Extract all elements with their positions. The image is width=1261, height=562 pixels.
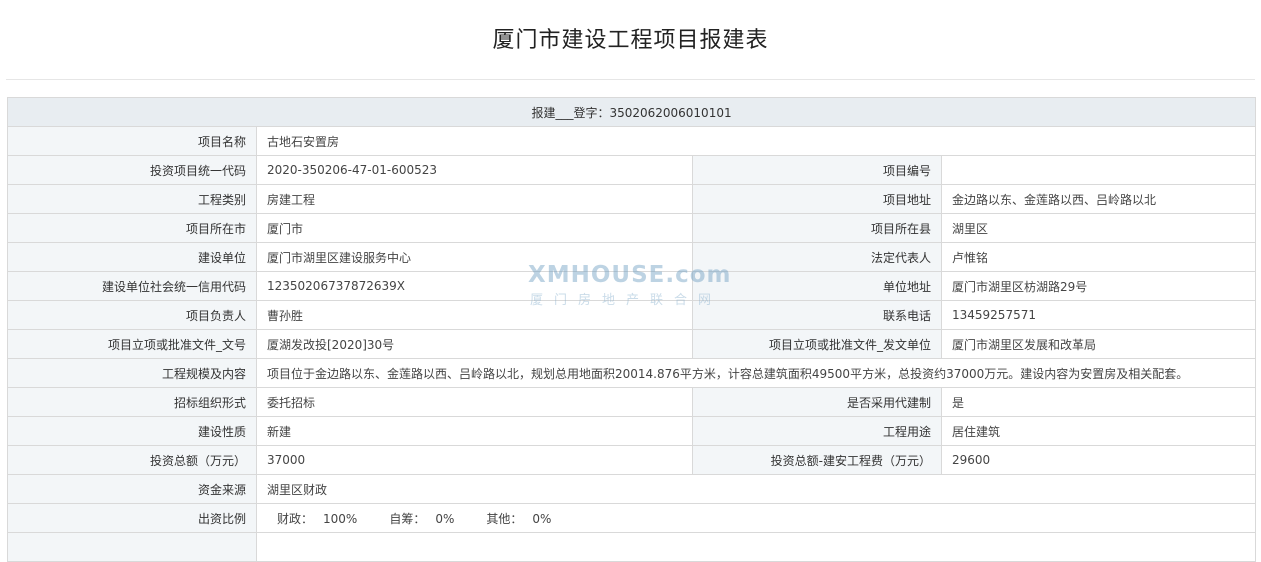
fund-source-label: 资金来源	[7, 474, 257, 504]
table-row: 建设单位 厦门市湖里区建设服务中心 法定代表人 卢惟铭	[7, 242, 1257, 272]
table-row: 资金来源 湖里区财政	[7, 474, 1257, 504]
unit-address-label: 单位地址	[692, 271, 942, 301]
phone-value: 13459257571	[940, 300, 1257, 330]
approval-unit-label: 项目立项或批准文件_发文单位	[692, 329, 942, 359]
table-row: 建设性质 新建 工程用途 居住建筑	[7, 416, 1257, 446]
install-cost-value: 29600	[940, 445, 1257, 475]
manager-label: 项目负责人	[7, 300, 257, 330]
trailing-row-label	[7, 532, 257, 562]
invest-code-value: 2020-350206-47-01-600523	[256, 155, 693, 185]
city-value: 厦门市	[256, 213, 693, 243]
table-row: 报建___登字：3502062006010101	[6, 97, 1257, 127]
legal-rep-label: 法定代表人	[692, 242, 942, 272]
scale-value: 项目位于金边路以东、金莲路以西、吕岭路以北，规划总用地面积20014.876平方…	[255, 358, 1257, 388]
manager-value: 曹孙胜	[256, 300, 693, 330]
builder-value: 厦门市湖里区建设服务中心	[256, 242, 693, 272]
project-name-label: 项目名称	[7, 126, 257, 156]
address-value: 金边路以东、金莲路以西、吕岭路以北	[940, 184, 1257, 214]
fund-source-value: 湖里区财政	[255, 474, 1257, 504]
table-row	[7, 532, 1257, 562]
project-no-value	[940, 155, 1257, 185]
other-ratio-value: 0%	[532, 511, 552, 526]
phone-label: 联系电话	[692, 300, 942, 330]
trailing-row-value	[255, 532, 1257, 562]
table-row: 项目立项或批准文件_文号 厦湖发改投[2020]30号 项目立项或批准文件_发文…	[7, 329, 1257, 359]
fiscal-ratio-label: 财政：	[277, 511, 314, 526]
agent-system-label: 是否采用代建制	[692, 387, 942, 417]
fiscal-ratio-value: 100%	[323, 511, 358, 526]
project-name-value: 古地石安置房	[255, 126, 1257, 156]
usage-value: 居住建筑	[940, 416, 1257, 446]
builder-label: 建设单位	[7, 242, 257, 272]
ratio-value: 财政： 100% 自筹： 0% 其他： 0%	[255, 503, 1257, 533]
unit-address-value: 厦门市湖里区枋湖路29号	[940, 271, 1257, 301]
invest-code-label: 投资项目统一代码	[7, 155, 257, 185]
total-invest-value: 37000	[256, 445, 693, 475]
eng-type-label: 工程类别	[7, 184, 257, 214]
table-row: 项目名称 古地石安置房	[7, 126, 1257, 156]
approval-doc-label: 项目立项或批准文件_文号	[7, 329, 257, 359]
nature-value: 新建	[256, 416, 693, 446]
table-row: 投资项目统一代码 2020-350206-47-01-600523 项目编号	[7, 155, 1257, 185]
city-label: 项目所在市	[7, 213, 257, 243]
total-invest-label: 投资总额（万元）	[7, 445, 257, 475]
nature-label: 建设性质	[7, 416, 257, 446]
table-row: 出资比例 财政： 100% 自筹： 0% 其他： 0%	[7, 503, 1257, 533]
usage-label: 工程用途	[692, 416, 942, 446]
self-ratio-label: 自筹：	[389, 511, 426, 526]
credit-code-label: 建设单位社会统一信用代码	[7, 271, 257, 301]
page-title: 厦门市建设工程项目报建表	[492, 28, 769, 53]
county-value: 湖里区	[940, 213, 1257, 243]
scale-label: 工程规模及内容	[7, 358, 257, 388]
eng-type-value: 房建工程	[256, 184, 693, 214]
credit-code-value: 12350206737872639X	[256, 271, 693, 301]
table-row: 项目所在市 厦门市 项目所在县 湖里区	[7, 213, 1257, 243]
project-form-table: 报建___登字：3502062006010101 项目名称 古地石安置房 投资项…	[6, 97, 1257, 562]
install-cost-label: 投资总额-建安工程费（万元）	[692, 445, 942, 475]
address-label: 项目地址	[692, 184, 942, 214]
agent-system-value: 是	[940, 387, 1257, 417]
table-row: 工程规模及内容 项目位于金边路以东、金莲路以西、吕岭路以北，规划总用地面积200…	[7, 358, 1257, 388]
other-ratio-label: 其他：	[486, 511, 523, 526]
self-ratio-value: 0%	[435, 511, 455, 526]
project-no-label: 项目编号	[692, 155, 942, 185]
bidding-value: 委托招标	[256, 387, 693, 417]
table-row: 投资总额（万元） 37000 投资总额-建安工程费（万元） 29600	[7, 445, 1257, 475]
table-row: 工程类别 房建工程 项目地址 金边路以东、金莲路以西、吕岭路以北	[7, 184, 1257, 214]
approval-doc-value: 厦湖发改投[2020]30号	[256, 329, 693, 359]
table-row: 项目负责人 曹孙胜 联系电话 13459257571	[7, 300, 1257, 330]
legal-rep-value: 卢惟铭	[940, 242, 1257, 272]
bidding-label: 招标组织形式	[7, 387, 257, 417]
county-label: 项目所在县	[692, 213, 942, 243]
ratio-label: 出资比例	[7, 503, 257, 533]
title-divider	[6, 79, 1255, 80]
approval-unit-value: 厦门市湖里区发展和改革局	[940, 329, 1257, 359]
table-row: 建设单位社会统一信用代码 12350206737872639X 单位地址 厦门市…	[7, 271, 1257, 301]
table-row: 招标组织形式 委托招标 是否采用代建制 是	[7, 387, 1257, 417]
registration-number: 报建___登字：3502062006010101	[6, 97, 1257, 127]
